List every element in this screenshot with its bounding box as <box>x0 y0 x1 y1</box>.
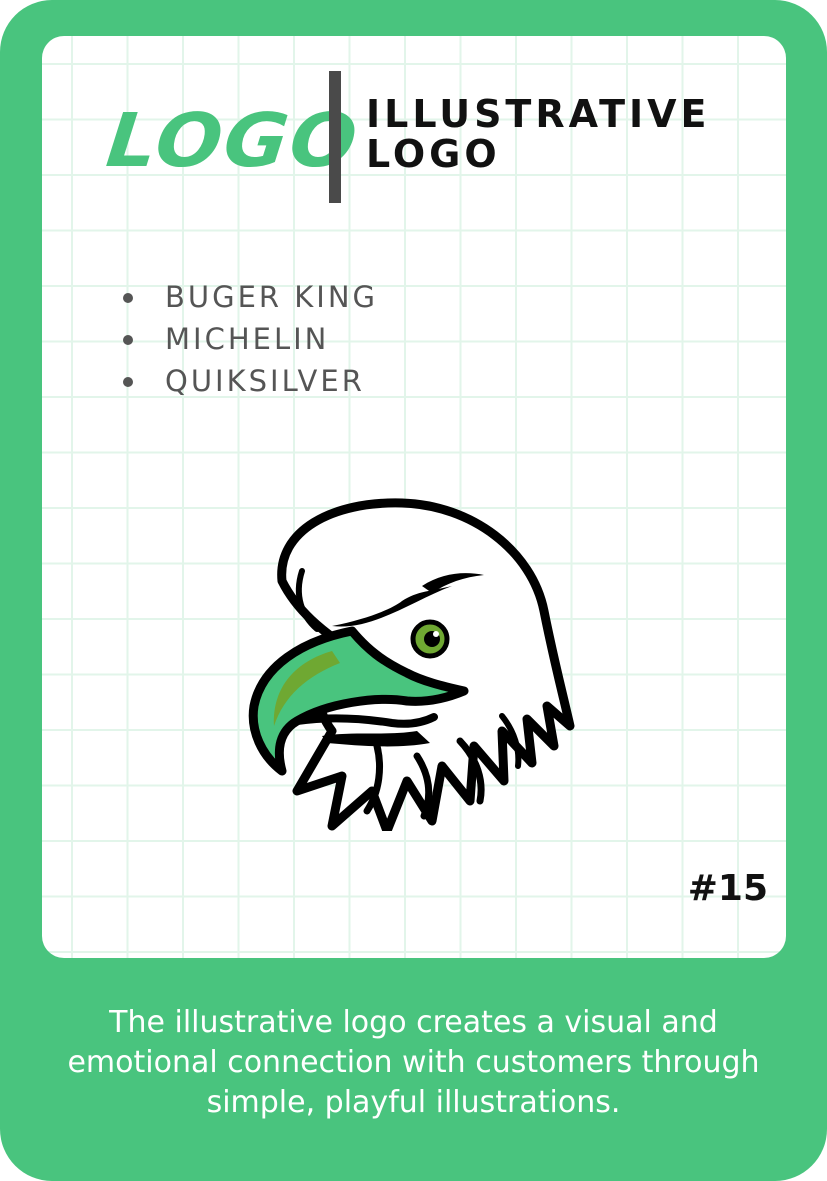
bullet-icon <box>123 293 133 303</box>
header-divider <box>329 71 341 203</box>
list-item: BUGER KING <box>120 276 378 318</box>
description-text: The illustrative logo creates a visual a… <box>67 1005 760 1120</box>
content-panel: LOGO ILLUSTRATIVE LOGO BUGER KING MICHEL… <box>42 36 786 958</box>
list-item-label: QUIKSILVER <box>165 364 365 398</box>
examples-list: BUGER KING MICHELIN QUIKSILVER <box>120 276 378 402</box>
eagle-head-icon <box>248 498 575 831</box>
list-item: MICHELIN <box>120 318 378 360</box>
title-line-1: ILLUSTRATIVE <box>366 92 711 136</box>
list-item: QUIKSILVER <box>120 360 378 402</box>
bullet-icon <box>123 377 133 387</box>
page-title: ILLUSTRATIVE LOGO <box>366 94 711 174</box>
list-item-label: MICHELIN <box>165 322 330 356</box>
bullet-icon <box>123 335 133 345</box>
card: LOGO ILLUSTRATIVE LOGO BUGER KING MICHEL… <box>0 0 827 1181</box>
card-number: #15 <box>687 868 768 909</box>
logo-wordmark: LOGO <box>102 98 364 184</box>
list-item-label: BUGER KING <box>165 280 379 314</box>
title-line-2: LOGO <box>366 132 501 176</box>
